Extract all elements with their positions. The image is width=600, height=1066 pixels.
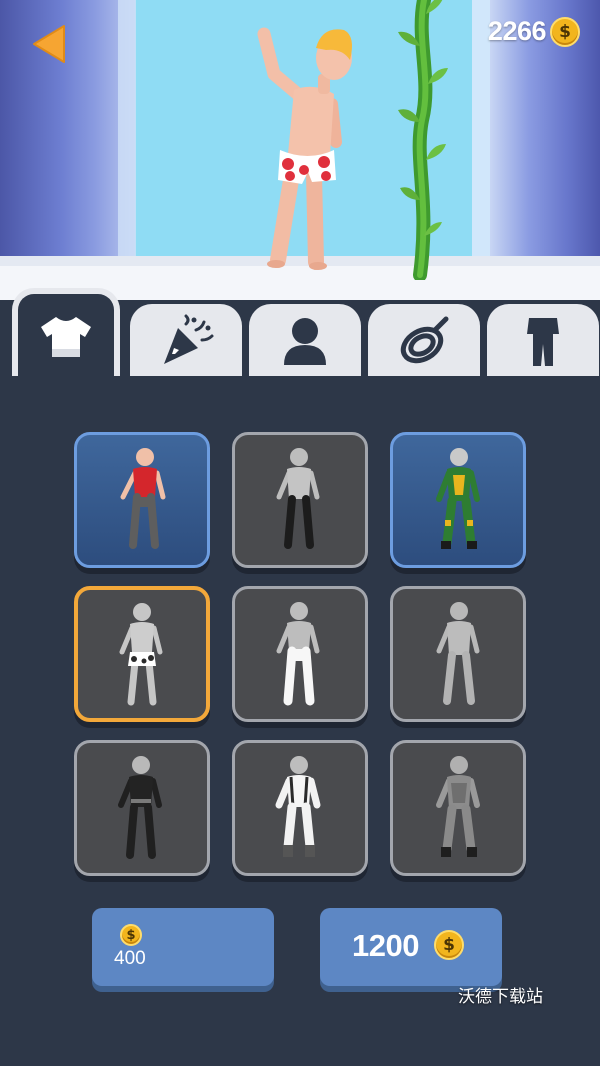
party-popper-icon [164,314,214,364]
outfit-card-boxers[interactable] [74,586,210,722]
person-silhouette-icon [284,318,326,365]
left-wall-highlight [118,0,136,300]
tab-suits[interactable] [487,304,599,378]
outfit-grey-black-figure [276,448,320,549]
outfit-white-pants-figure [276,602,320,706]
coin-balance-value: 2266 [487,16,547,46]
tab-ropes[interactable] [368,304,480,378]
outfit-white-suspenders-figure [275,756,321,857]
watermark: 沃德下载站 [458,987,543,1007]
tab-character[interactable] [249,304,361,378]
buy-outfit-price: 1200 [352,928,419,963]
coin-icon: $ [120,924,142,946]
outfit-red-shirt-figure [120,448,166,549]
outfit-card-plain-grey[interactable] [390,586,526,722]
category-tabs [0,286,600,380]
player-character [257,27,352,270]
beanstalk-vine [398,0,448,280]
coin-icon: $ [550,16,580,47]
random-unlock-button[interactable]: $ 400 [92,908,274,986]
outfit-black-ninja-figure [118,756,162,859]
outfit-boxers-figure [119,603,163,706]
tab-effects[interactable] [130,304,242,378]
outfit-card-black-ninja[interactable] [74,740,210,876]
back-arrow-icon[interactable] [28,22,72,66]
buy-outfit-button[interactable]: 1200 $ [320,908,502,986]
character-preview-scene: 2266 $ [0,0,600,300]
coin-icon: $ [434,930,464,960]
outfit-card-white-pants[interactable] [232,586,368,722]
coin-balance: 2266 $ [488,16,580,47]
tab-outfits[interactable] [12,288,120,380]
outfit-green-hero-figure [436,448,480,549]
outfit-card-grey-armor[interactable] [390,740,526,876]
outfit-card-red-shirt[interactable] [74,432,210,568]
suit-icon [527,318,559,366]
outfit-plain-grey-figure [436,602,480,705]
outfit-grey-armor-figure [436,756,480,857]
outfit-card-green-hero[interactable] [390,432,526,568]
random-unlock-price: 400 [114,948,146,969]
rope-coil-icon [400,316,449,364]
outfit-card-grey-black[interactable] [232,432,368,568]
shirt-icon [41,317,91,357]
outfit-grid [74,432,526,878]
outfit-card-white-suspenders[interactable] [232,740,368,876]
